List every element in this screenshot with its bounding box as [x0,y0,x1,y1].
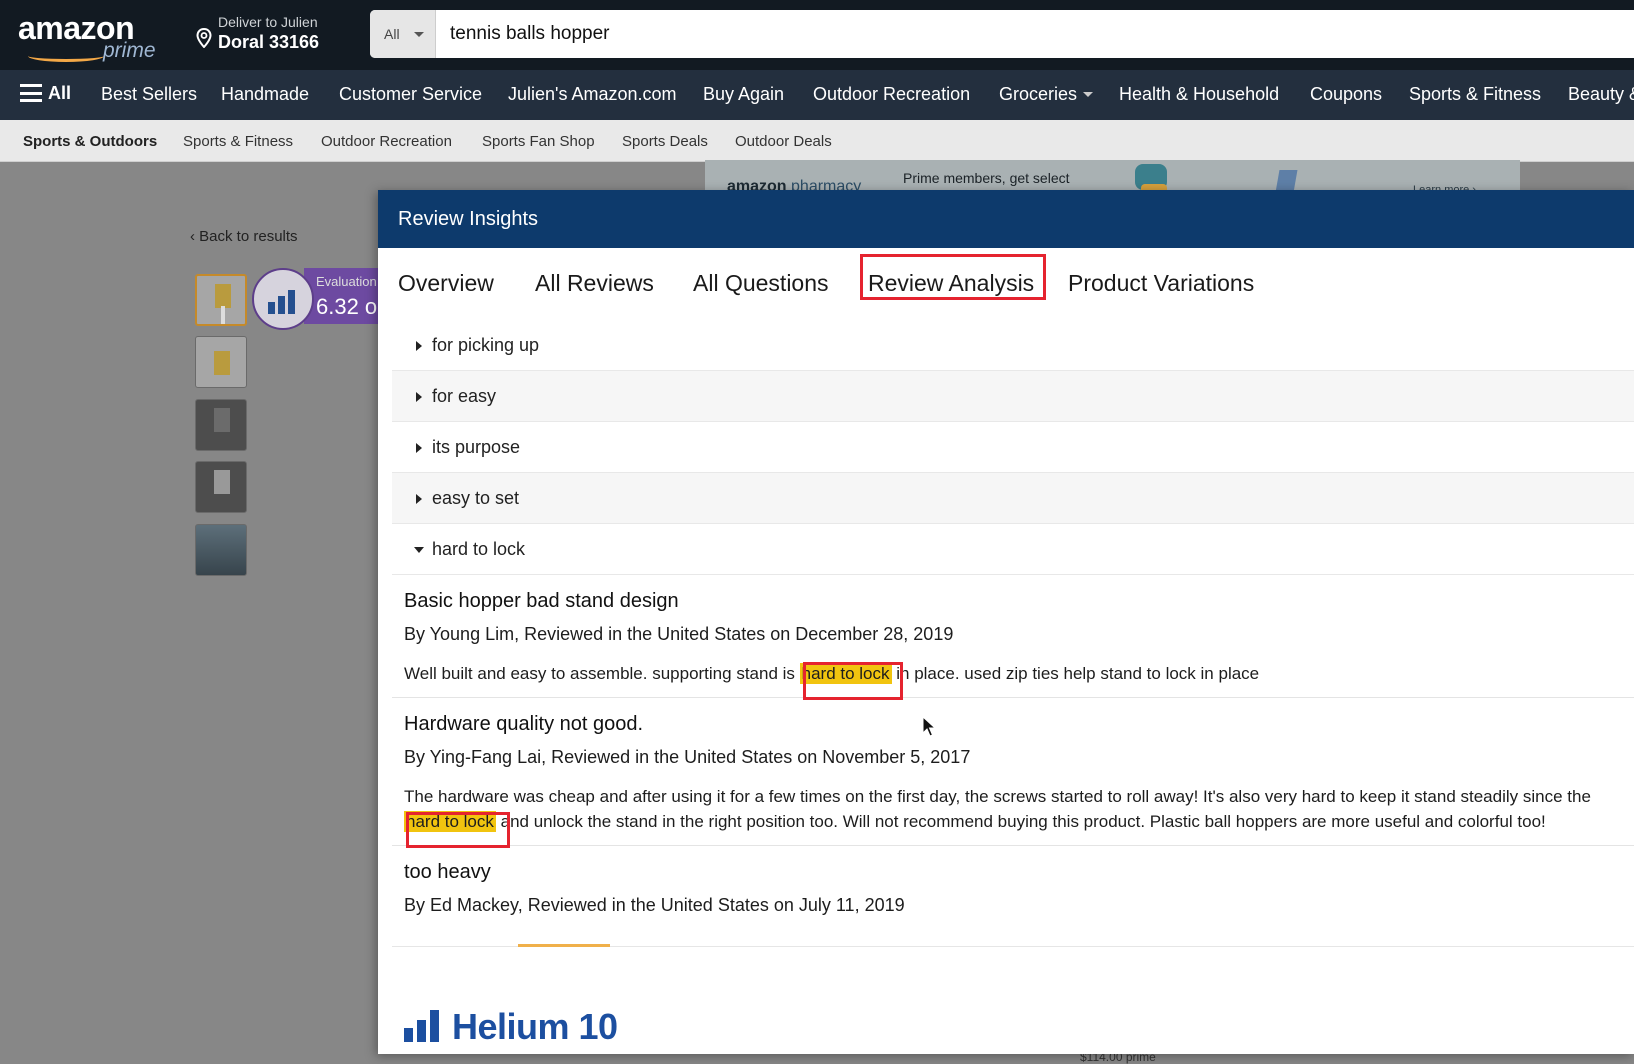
nav-best-sellers[interactable]: Best Sellers [101,84,197,105]
caret-right-icon [416,443,422,453]
review-byline: By Young Lim, Reviewed in the United Sta… [404,624,954,644]
location-pin-icon [196,28,212,48]
nav-coupons[interactable]: Coupons [1310,84,1382,105]
amazon-header: amazon prime Deliver to Julien Doral 331… [0,0,1634,70]
category-subnav: Sports & Outdoors Sports & Fitness Outdo… [0,120,1634,162]
nav-account-store[interactable]: Julien's Amazon.com [508,84,677,105]
evaluation-pill: Evaluation 6.32 o [304,268,384,324]
nav-all-menu[interactable]: All [20,83,71,104]
product-thumbnail[interactable] [195,399,247,451]
product-video-thumbnail[interactable] [195,524,247,576]
caret-right-icon [416,392,422,402]
helium10-brand-text: Helium 10 [452,1006,618,1047]
bar-chart-icon [268,288,302,314]
highlight-annotation-box [803,662,903,700]
nav-groceries[interactable]: Groceries [999,84,1094,105]
topic-label: for easy [432,386,497,406]
review-title: Hardware quality not good. [404,713,644,735]
amazon-prime-logo[interactable]: amazon prime [18,10,168,62]
deliver-to-location[interactable]: Deliver to Julien Doral 33166 [196,14,356,58]
topic-row[interactable]: for easy [392,371,1634,422]
active-tab-highlight-box [860,254,1046,300]
main-nav: All Best Sellers Handmade Customer Servi… [0,70,1634,120]
review-text-line-2: hard to lock and unlock the stand in the… [404,811,1546,832]
logo-sub-text: prime [103,39,156,62]
deliver-line-2: Doral 33166 [218,32,320,52]
deliver-line-1: Deliver to Julien [218,14,318,30]
mouse-cursor-icon [922,716,936,737]
menu-icon [20,84,42,102]
caret-right-icon [416,494,422,504]
nav-all-label: All [48,83,72,103]
helium10-evaluation-badge[interactable]: Evaluation 6.32 o [252,268,384,330]
logo-smile-icon [28,50,104,62]
search-department-label: All [384,26,400,42]
subnav-sports-fitness[interactable]: Sports & Fitness [183,133,293,150]
product-thumbnail[interactable] [195,274,247,326]
tab-all-reviews[interactable]: All Reviews [535,270,654,297]
search-input[interactable] [436,10,1626,58]
modal-footer: Helium 10 [378,970,1634,1054]
chevron-down-icon [1083,92,1094,97]
topic-label: for picking up [432,335,540,355]
helium10-logo: Helium 10 [404,1006,644,1048]
review-item: Hardware quality not good. By Ying-Fang … [392,698,1634,846]
search-bar: All [370,10,1634,58]
topic-row[interactable]: easy to set [392,473,1634,524]
subnav-sports-fan-shop[interactable]: Sports Fan Shop [482,133,595,150]
topic-label: its purpose [432,437,521,457]
topic-row-expanded[interactable]: hard to lock [392,524,1634,575]
nav-groceries-label: Groceries [999,84,1078,104]
evaluation-circle [252,268,314,330]
nav-outdoor-recreation[interactable]: Outdoor Recreation [813,84,970,105]
review-insights-modal: Review Insights Overview All Reviews All… [378,190,1634,1054]
helium10-bars-icon [404,1010,442,1042]
scroll-indicator [518,944,610,947]
review-byline: By Ying-Fang Lai, Reviewed in the United… [404,747,971,767]
subnav-sports-outdoors[interactable]: Sports & Outdoors [23,133,157,150]
nav-buy-again[interactable]: Buy Again [703,84,784,105]
tab-overview[interactable]: Overview [398,270,494,297]
evaluation-label: Evaluation [316,274,377,289]
ad-text: Prime members, get select [903,170,1070,186]
product-thumbnail[interactable] [195,336,247,388]
tab-product-variations[interactable]: Product Variations [1068,270,1254,297]
topic-row[interactable]: for picking up [392,320,1634,371]
subnav-outdoor-deals[interactable]: Outdoor Deals [735,133,832,150]
review-item: too heavy By Ed Mackey, Reviewed in the … [392,846,1634,940]
nav-customer-service[interactable]: Customer Service [339,84,482,105]
topic-row[interactable]: its purpose [392,422,1634,473]
nav-sports-fitness[interactable]: Sports & Fitness [1409,84,1541,105]
modal-header: Review Insights [378,190,1634,248]
topic-label: easy to set [432,488,520,508]
search-department-select[interactable]: All [370,10,436,58]
review-title: too heavy [404,861,491,883]
tab-all-questions[interactable]: All Questions [693,270,829,297]
subnav-outdoor-recreation[interactable]: Outdoor Recreation [321,133,452,150]
modal-title: Review Insights [398,208,539,230]
review-text-line-1: The hardware was cheap and after using i… [404,787,1591,806]
review-item: Basic hopper bad stand design By Young L… [392,575,1634,698]
review-analysis-content: for picking up for easy its purpose easy… [392,320,1634,940]
review-byline: By Ed Mackey, Reviewed in the United Sta… [404,895,905,915]
back-to-results-link[interactable]: ‹ Back to results [190,228,298,245]
topic-label: hard to lock [432,539,526,559]
product-thumbnail[interactable] [195,461,247,513]
review-title: Basic hopper bad stand design [404,590,679,612]
subnav-sports-deals[interactable]: Sports Deals [622,133,708,150]
nav-health-household[interactable]: Health & Household [1119,84,1279,105]
evaluation-score: 6.32 o [316,294,378,319]
highlight-annotation-box [406,812,510,848]
caret-down-icon [414,547,424,553]
nav-handmade[interactable]: Handmade [221,84,309,105]
caret-right-icon [416,341,422,351]
nav-beauty[interactable]: Beauty & [1568,84,1634,105]
caret-down-icon [414,32,424,37]
